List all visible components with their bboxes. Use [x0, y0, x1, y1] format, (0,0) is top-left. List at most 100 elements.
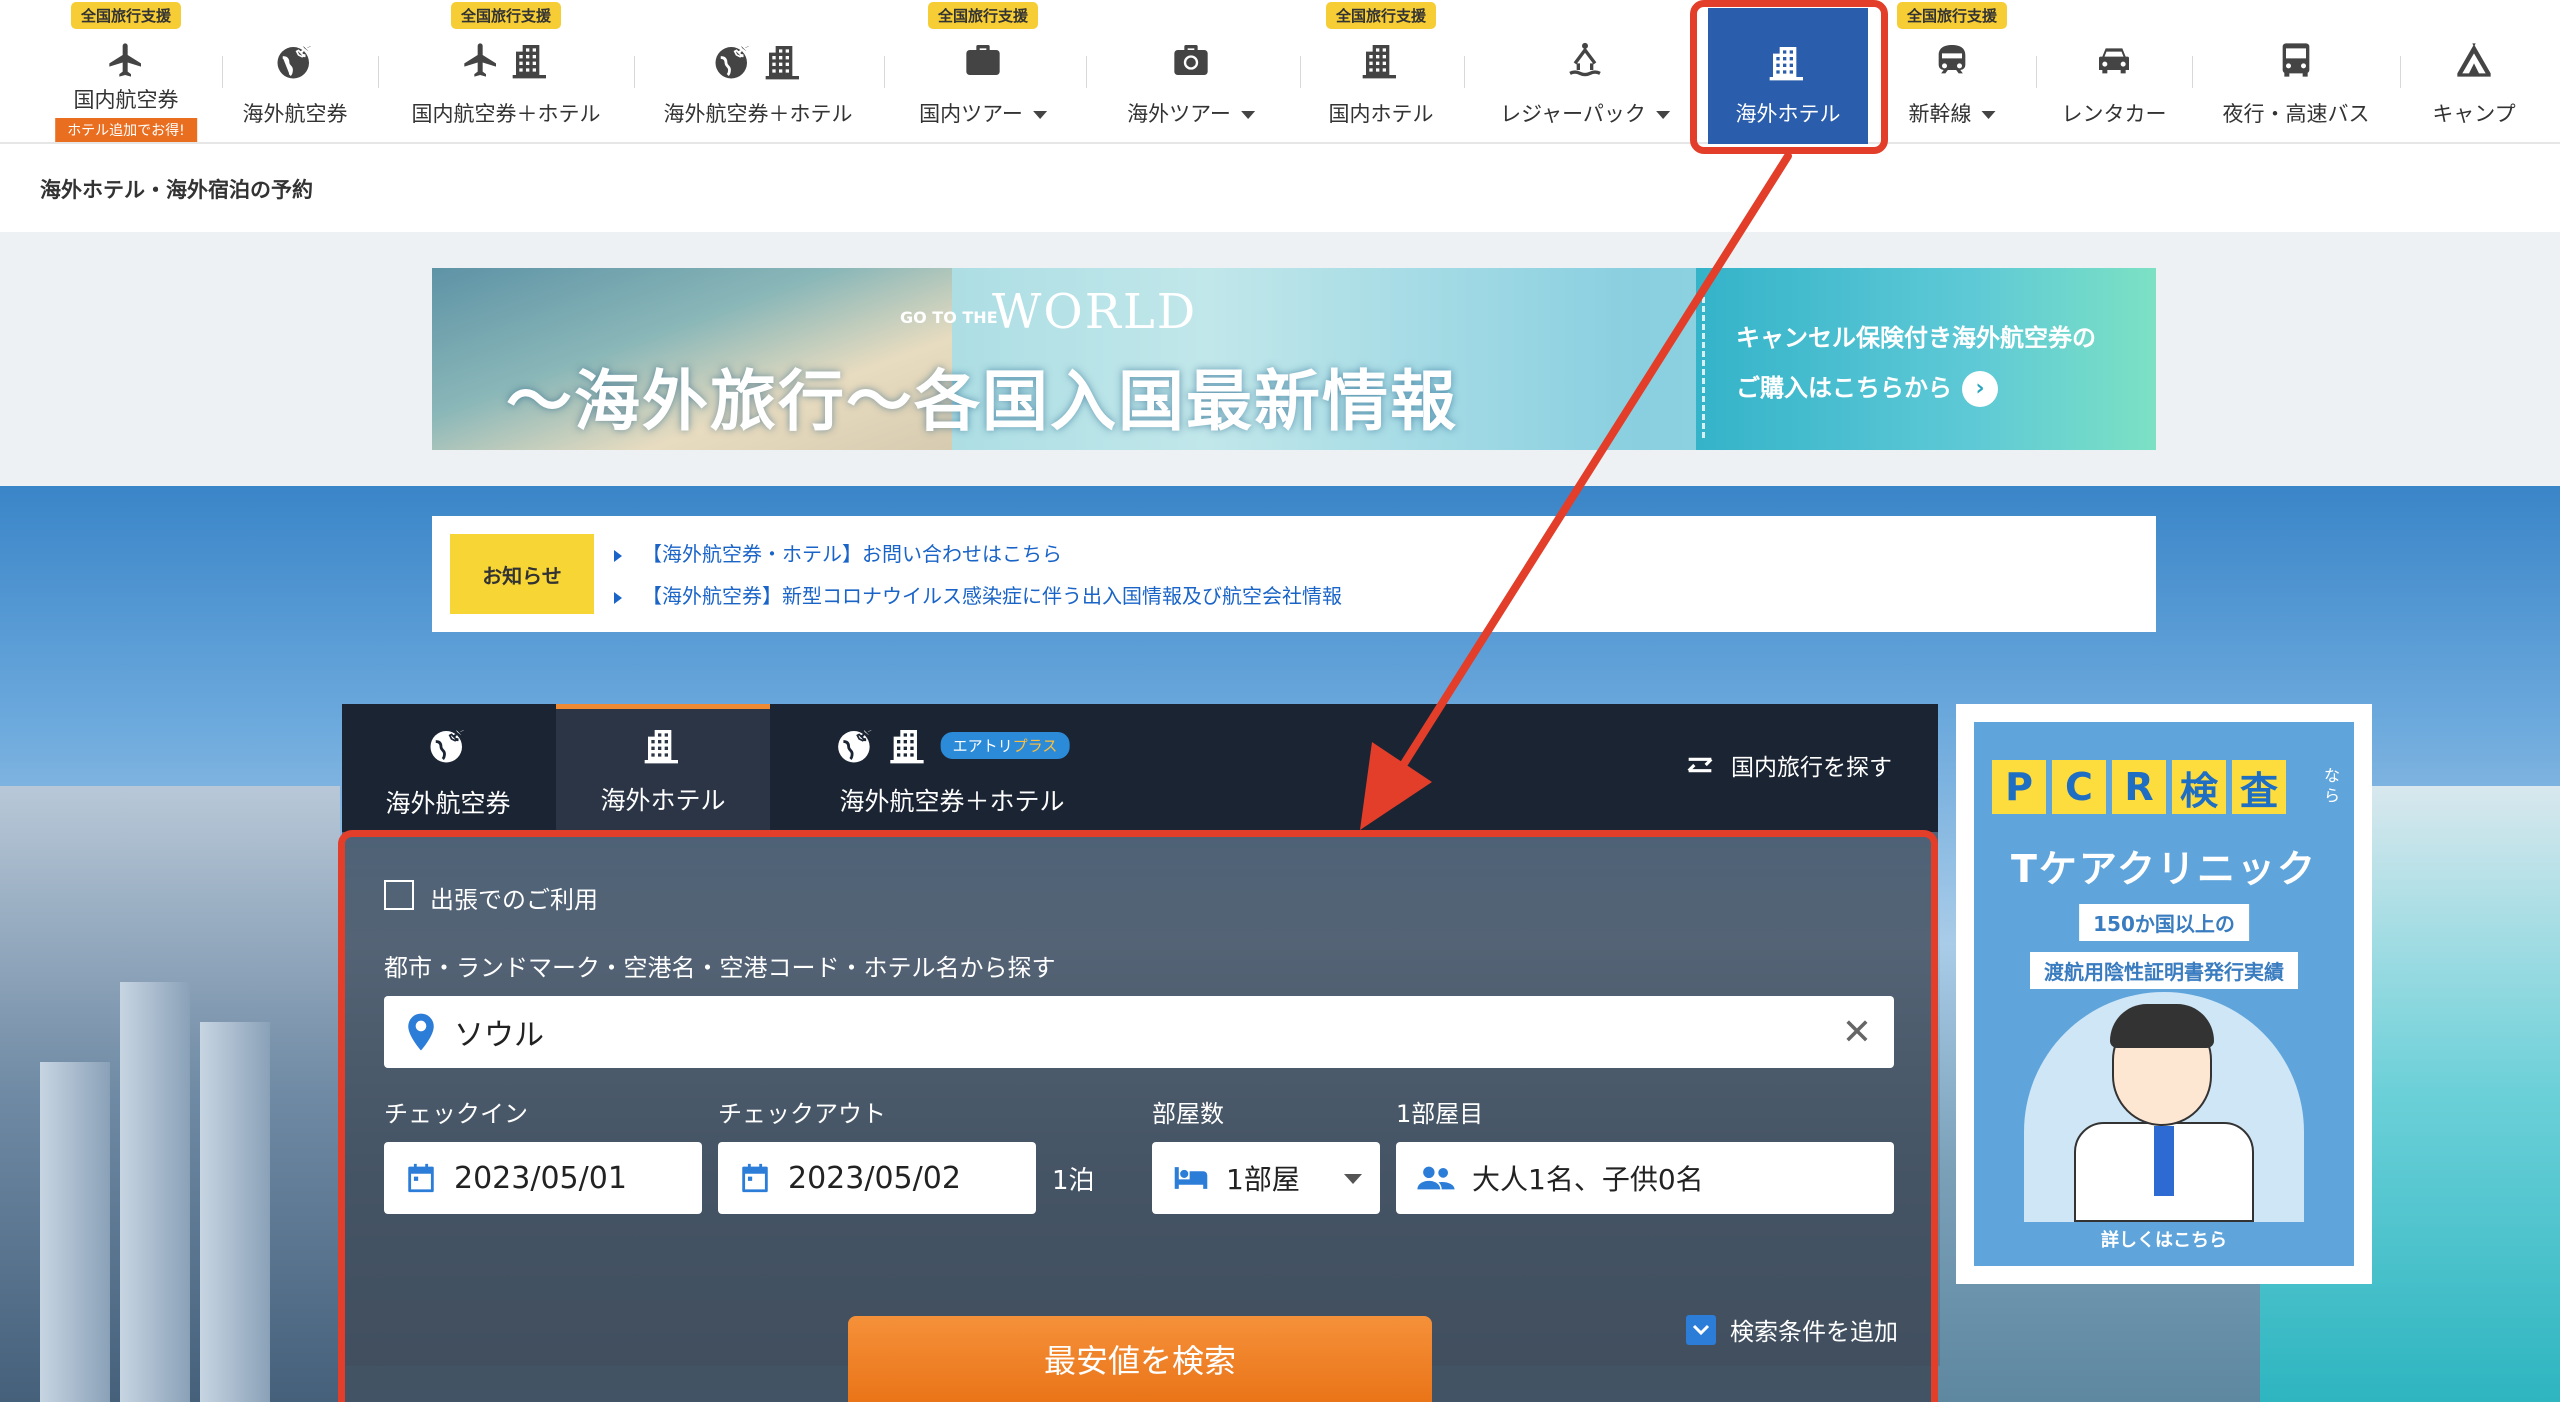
world-travel-banner[interactable]: GO TO THE WORLD 〜海外旅行〜各国入国最新情報 キャンセル保険付き…: [432, 268, 2156, 450]
airplane-icon: [461, 40, 501, 80]
airplane-icon: [106, 40, 146, 80]
nav-item-camp[interactable]: キャンプ: [2412, 0, 2536, 144]
building-icon: [511, 40, 551, 80]
nav-item-shinkansen[interactable]: 全国旅行支援 新幹線: [1886, 0, 2018, 144]
pcr-letter: R: [2112, 760, 2166, 814]
switch-to-domestic-link[interactable]: 国内旅行を探す: [1683, 748, 1892, 782]
support-badge: 全国旅行支援: [927, 2, 1039, 29]
tab-intl-hotels[interactable]: 海外ホテル: [556, 704, 770, 832]
banner-cta-line1: キャンセル保険付き海外航空券の: [1736, 324, 2096, 352]
tab-intl-flights[interactable]: 海外航空券: [342, 704, 554, 832]
chevron-down-icon: [1032, 111, 1047, 119]
chevron-down-icon: [1240, 111, 1255, 119]
banner-cta[interactable]: キャンセル保険付き海外航空券の ご購入はこちらから ›: [1696, 268, 2156, 450]
checkout-date-field[interactable]: 2023/05/02: [718, 1142, 1036, 1214]
doctor-illustration: [2024, 992, 2304, 1222]
pcr-heading: P C R 検 査: [1992, 760, 2286, 814]
support-badge: 全国旅行支援: [70, 2, 182, 29]
add-search-conditions[interactable]: 検索条件を追加: [1686, 1312, 1898, 1347]
banner-cta-line2: ご購入はこちらから ›: [1736, 368, 1998, 407]
dashed-divider: [1702, 288, 1705, 438]
pcr-letter: 査: [2232, 760, 2286, 814]
search-lowest-price-button[interactable]: 最安値を検索: [848, 1316, 1432, 1402]
banner-world: WORLD: [992, 284, 1198, 340]
swap-label: 国内旅行を探す: [1731, 755, 1892, 781]
business-trip-checkbox[interactable]: [384, 880, 414, 910]
tab-label: 海外航空券: [385, 789, 511, 818]
bed-icon: [1172, 1163, 1210, 1193]
notice-link-covid[interactable]: 【海外航空券】新型コロナウイルス感染症に伴う出入国情報及び航空会社情報: [614, 580, 1342, 609]
nav-item-domestic-flight-hotel[interactable]: 全国旅行支援 国内航空券＋ホテル: [396, 0, 616, 144]
nav-label: レンタカー: [2061, 102, 2167, 126]
suitcase-icon: [963, 40, 1003, 80]
people-icon: [1416, 1163, 1456, 1193]
nav-item-leisure-pack[interactable]: レジャーパック: [1480, 0, 1690, 144]
globe-plane-icon: [274, 40, 316, 82]
room1-label: 1部屋目: [1396, 1100, 1484, 1128]
nav-label: 新幹線: [1909, 98, 1996, 128]
ad-panel: P C R 検 査 なら Tケアクリニック 150か国以上の 渡航用陰性証明書発…: [1974, 722, 2354, 1266]
checkin-value: 2023/05/01: [454, 1160, 627, 1196]
nav-divider: [1300, 56, 1301, 88]
banner-goto: GO TO THE: [900, 308, 998, 327]
pcr-letter: P: [1992, 760, 2046, 814]
rooms-select[interactable]: 1部屋: [1152, 1142, 1380, 1214]
city-photo: [0, 786, 340, 1402]
nav-divider: [1086, 56, 1087, 88]
checkin-date-field[interactable]: 2023/05/01: [384, 1142, 702, 1214]
nav-item-domestic-hotels[interactable]: 全国旅行支援 国内ホテル: [1314, 0, 1448, 144]
nav-item-intl-flight-hotel[interactable]: 海外航空券＋ホテル: [648, 0, 868, 144]
hotel-search-form: 出張でのご利用 都市・ランドマーク・空港名・空港コード・ホテル名から探す ソウル…: [342, 832, 1938, 1402]
nav-item-domestic-flights[interactable]: 全国旅行支援 国内航空券 ホテル追加でお得!: [40, 0, 212, 144]
pcr-letter: C: [2052, 760, 2106, 814]
building-icon: [643, 725, 683, 765]
bus-icon: [2276, 40, 2316, 80]
nav-label: 海外航空券: [242, 102, 348, 126]
leisure-icon: [1565, 40, 1605, 80]
nav-divider: [222, 56, 223, 88]
chevron-down-icon: [1344, 1174, 1362, 1184]
ad-more-link[interactable]: 詳しくはこちら: [1974, 1226, 2354, 1252]
support-badge: 全国旅行支援: [450, 2, 562, 29]
business-trip-label: 出張でのご利用: [430, 886, 598, 914]
tent-icon: [2454, 40, 2494, 80]
checkout-label: チェックアウト: [718, 1100, 886, 1128]
nav-label: 海外ホテル: [1735, 102, 1841, 126]
globe-plane-icon: [835, 724, 877, 766]
page-title: 海外ホテル・海外宿泊の予約: [40, 178, 313, 202]
notice-tag: お知らせ: [450, 534, 594, 614]
nav-item-rental-car[interactable]: レンタカー: [2050, 0, 2178, 144]
tab-label: 海外ホテル: [600, 786, 726, 815]
guests-value: 大人1名、子供0名: [1472, 1163, 1704, 1196]
swap-arrows-icon: [1683, 750, 1717, 780]
pcr-clinic-ad[interactable]: P C R 検 査 なら Tケアクリニック 150か国以上の 渡航用陰性証明書発…: [1956, 704, 2372, 1284]
nav-item-domestic-tours[interactable]: 全国旅行支援 国内ツアー: [896, 0, 1070, 144]
clinic-name: Tケアクリニック: [2010, 847, 2318, 891]
hotel-addon-badge: ホテル追加でお得!: [55, 118, 197, 142]
nav-divider: [2400, 56, 2401, 88]
close-icon[interactable]: ✕: [1842, 1012, 1872, 1053]
tab-intl-flight-hotel[interactable]: エアトリプラス 海外航空券＋ホテル: [782, 704, 1122, 832]
building-icon: [889, 725, 929, 765]
chevron-down-icon: [1686, 1314, 1716, 1345]
support-badge: 全国旅行支援: [1896, 2, 2008, 29]
nav-label: 国内航空券: [73, 88, 179, 112]
checkin-label: チェックイン: [384, 1100, 528, 1128]
guests-field[interactable]: 大人1名、子供0名: [1396, 1142, 1894, 1214]
nav-label: キャンプ: [2432, 102, 2516, 126]
rooms-label: 部屋数: [1152, 1100, 1224, 1128]
destination-input[interactable]: ソウル ✕: [384, 996, 1894, 1068]
pcr-nara: なら: [2324, 766, 2341, 805]
nav-item-intl-hotels[interactable]: 海外ホテル: [1708, 8, 1868, 144]
nav-item-bus[interactable]: 夜行・高速バス: [2206, 0, 2386, 144]
calendar-icon: [738, 1161, 772, 1195]
nav-item-intl-tours[interactable]: 海外ツアー: [1104, 0, 1278, 144]
notice-link-inquiry[interactable]: 【海外航空券・ホテル】お問い合わせはこちら: [614, 538, 1062, 567]
nav-label: 夜行・高速バス: [2222, 102, 2370, 126]
destination-value: ソウル: [454, 1018, 544, 1053]
checkout-value: 2023/05/02: [788, 1160, 961, 1196]
building-icon: [1361, 40, 1401, 80]
pcr-letter: 検: [2172, 760, 2226, 814]
nav-item-intl-flights[interactable]: 海外航空券: [232, 0, 358, 144]
nav-divider: [2036, 56, 2037, 88]
